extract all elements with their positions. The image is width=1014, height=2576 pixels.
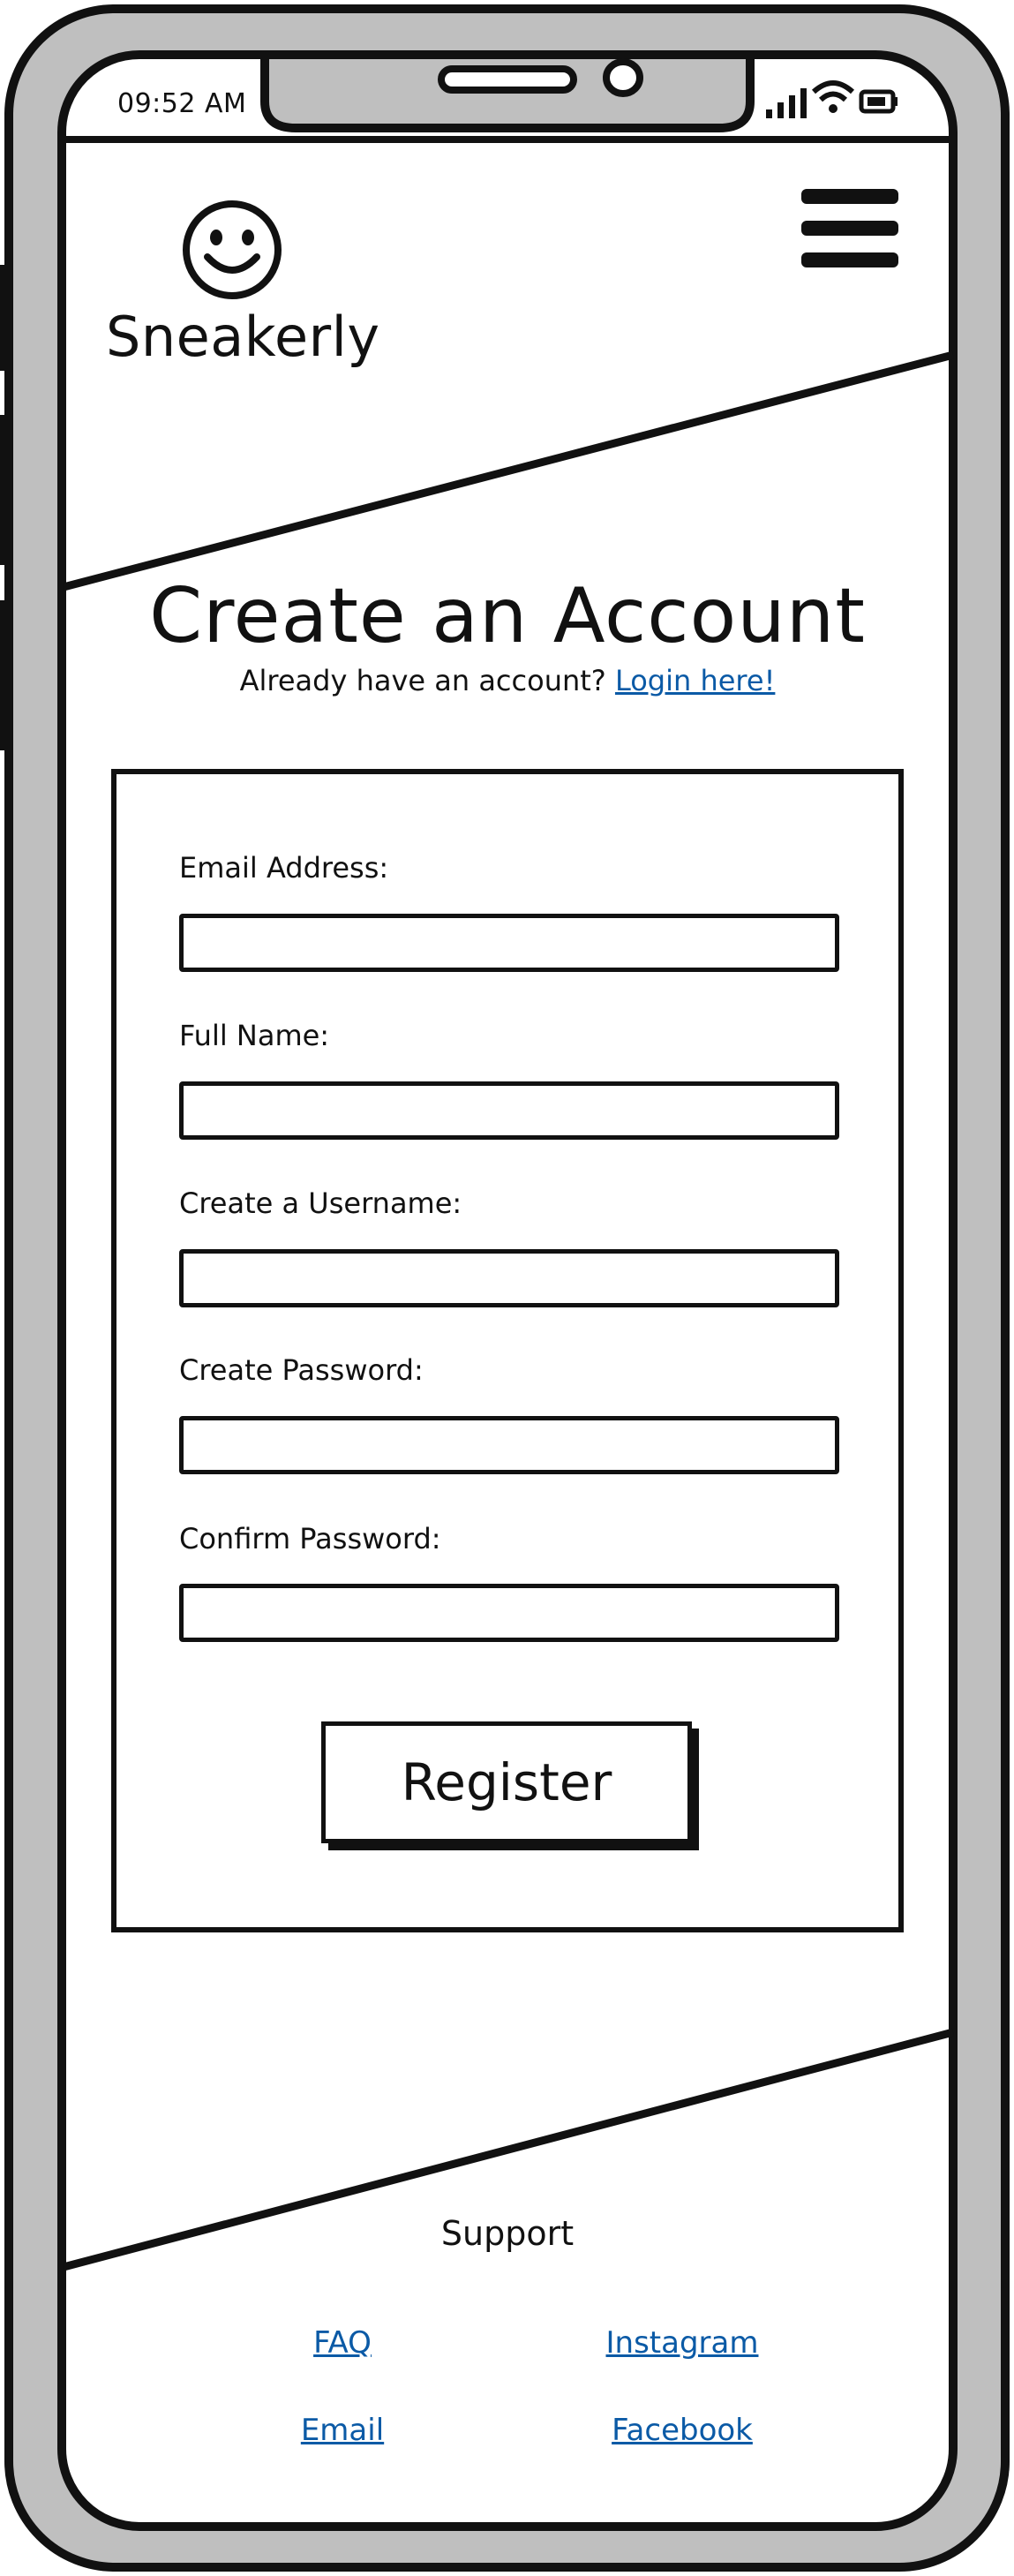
- email-label: Email Address:: [179, 851, 389, 885]
- login-link[interactable]: Login here!: [615, 664, 775, 697]
- login-prompt-text: Already have an account?: [239, 664, 606, 697]
- full-name-field[interactable]: [179, 1081, 839, 1140]
- instagram-link[interactable]: Instagram: [567, 2325, 797, 2361]
- username-label: Create a Username:: [179, 1186, 462, 1220]
- confirm-password-field[interactable]: [179, 1584, 839, 1642]
- smiley-face-icon[interactable]: [181, 199, 283, 301]
- password-label: Create Password:: [179, 1353, 424, 1387]
- brand-name[interactable]: Sneakerly: [106, 305, 380, 369]
- register-button[interactable]: Register: [321, 1721, 692, 1843]
- login-prompt: Already have an account? Login here!: [62, 664, 953, 697]
- username-field[interactable]: [179, 1249, 839, 1307]
- hamburger-menu-icon[interactable]: [800, 185, 900, 274]
- password-field[interactable]: [179, 1416, 839, 1474]
- email-field[interactable]: [179, 914, 839, 972]
- confirm-password-label: Confirm Password:: [179, 1522, 441, 1555]
- faq-link[interactable]: FAQ: [228, 2325, 457, 2361]
- page-title: Create an Account: [149, 572, 866, 660]
- phone-frame: 09:52 AM Sneakerly Create an Account Alr…: [0, 0, 1014, 2576]
- support-heading: Support: [440, 2214, 575, 2253]
- facebook-link[interactable]: Facebook: [567, 2413, 797, 2448]
- status-time: 09:52 AM: [117, 88, 247, 119]
- full-name-label: Full Name:: [179, 1019, 330, 1052]
- email-link[interactable]: Email: [228, 2413, 457, 2448]
